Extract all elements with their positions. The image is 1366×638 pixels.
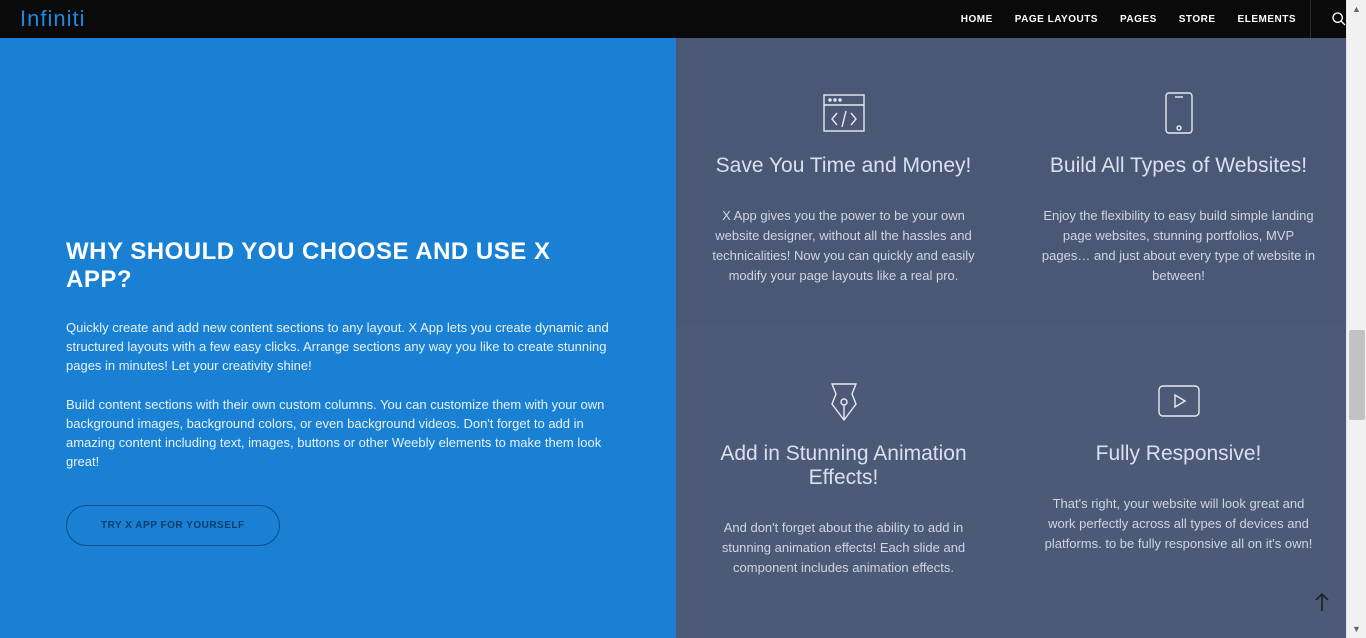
feature-body: X App gives you the power to be your own… bbox=[706, 206, 981, 286]
nav-elements[interactable]: ELEMENTS bbox=[1238, 14, 1296, 25]
arrow-up-icon bbox=[1312, 591, 1332, 613]
feature-card-responsive: Fully Responsive! That's right, your web… bbox=[1011, 326, 1346, 638]
scroll-down-arrow[interactable]: ▼ bbox=[1347, 620, 1366, 638]
search-icon bbox=[1331, 11, 1347, 27]
feature-grid: Save You Time and Money! X App gives you… bbox=[676, 38, 1346, 638]
scroll-up-arrow[interactable]: ▲ bbox=[1347, 0, 1366, 18]
pen-nib-icon bbox=[706, 376, 981, 426]
hero-section: WHY SHOULD YOU CHOOSE AND USE X APP? Qui… bbox=[0, 38, 676, 638]
hero-paragraph-2: Build content sections with their own cu… bbox=[66, 395, 616, 471]
feature-body: Enjoy the flexibility to easy build simp… bbox=[1041, 206, 1316, 286]
vertical-scrollbar[interactable]: ▲ ▼ bbox=[1346, 0, 1366, 638]
main-nav: HOME PAGE LAYOUTS PAGES STORE ELEMENTS bbox=[961, 0, 1296, 38]
feature-card-animation: Add in Stunning Animation Effects! And d… bbox=[676, 326, 1011, 638]
hero-paragraph-1: Quickly create and add new content secti… bbox=[66, 318, 616, 375]
nav-store[interactable]: STORE bbox=[1179, 14, 1216, 25]
feature-body: That's right, your website will look gre… bbox=[1041, 494, 1316, 554]
mobile-phone-icon bbox=[1041, 88, 1316, 138]
feature-title: Add in Stunning Animation Effects! bbox=[706, 442, 981, 490]
play-video-icon bbox=[1041, 376, 1316, 426]
scroll-thumb[interactable] bbox=[1349, 330, 1365, 420]
try-app-button[interactable]: TRY X APP FOR YOURSELF bbox=[66, 505, 280, 546]
nav-home[interactable]: HOME bbox=[961, 14, 993, 25]
top-header: Infiniti HOME PAGE LAYOUTS PAGES STORE E… bbox=[0, 0, 1366, 38]
feature-title: Fully Responsive! bbox=[1041, 442, 1316, 466]
feature-body: And don't forget about the ability to ad… bbox=[706, 518, 981, 578]
main-content: WHY SHOULD YOU CHOOSE AND USE X APP? Qui… bbox=[0, 38, 1346, 638]
feature-card-websites: Build All Types of Websites! Enjoy the f… bbox=[1011, 38, 1346, 326]
brand-logo[interactable]: Infiniti bbox=[20, 6, 85, 32]
code-window-icon bbox=[706, 88, 981, 138]
back-to-top-button[interactable] bbox=[1308, 588, 1336, 616]
feature-title: Build All Types of Websites! bbox=[1041, 154, 1316, 178]
nav-pages[interactable]: PAGES bbox=[1120, 14, 1157, 25]
feature-title: Save You Time and Money! bbox=[706, 154, 981, 178]
hero-title: WHY SHOULD YOU CHOOSE AND USE X APP? bbox=[66, 238, 616, 294]
feature-card-time-money: Save You Time and Money! X App gives you… bbox=[676, 38, 1011, 326]
nav-page-layouts[interactable]: PAGE LAYOUTS bbox=[1015, 14, 1098, 25]
